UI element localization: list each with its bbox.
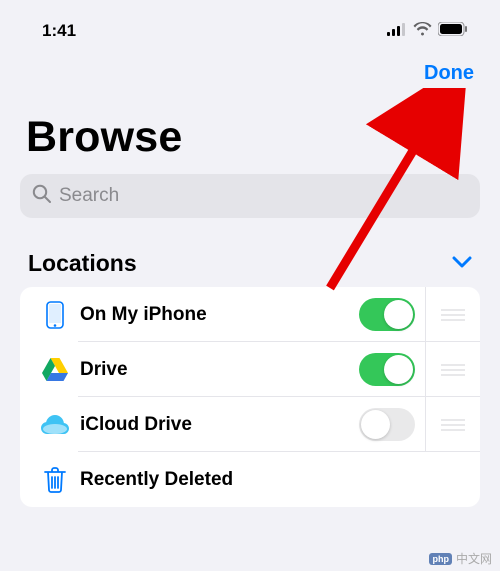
row-label: On My iPhone	[74, 304, 359, 326]
row-label: iCloud Drive	[74, 414, 359, 436]
list-item: iCloud Drive	[20, 397, 480, 452]
row-label: Recently Deleted	[74, 469, 480, 491]
chevron-down-icon	[452, 255, 472, 273]
search-icon	[32, 184, 51, 208]
trash-icon	[36, 467, 74, 493]
toggle-drive[interactable]	[359, 353, 415, 386]
toggle-icloud-drive[interactable]	[359, 408, 415, 441]
watermark-text: 中文网	[456, 550, 492, 567]
list-item: On My iPhone	[20, 287, 480, 342]
wifi-icon	[413, 21, 432, 41]
toggle-on-my-iphone[interactable]	[359, 298, 415, 331]
status-bar: 1:41	[0, 0, 500, 48]
cellular-icon	[387, 21, 407, 41]
locations-list: On My iPhone Drive iCloud Drive Recently…	[20, 287, 480, 507]
reorder-handle[interactable]	[425, 397, 480, 452]
section-title: Locations	[28, 250, 137, 277]
icloud-icon	[36, 415, 74, 435]
search-input[interactable]	[59, 185, 468, 207]
reorder-handle[interactable]	[425, 342, 480, 397]
list-item: Recently Deleted	[20, 452, 480, 507]
status-icons	[387, 21, 468, 41]
search-wrap	[0, 174, 500, 236]
php-badge: php	[429, 553, 452, 565]
reorder-handle[interactable]	[425, 287, 480, 342]
locations-header[interactable]: Locations	[0, 236, 500, 287]
done-button[interactable]: Done	[424, 62, 474, 85]
list-item: Drive	[20, 342, 480, 397]
watermark: php 中文网	[429, 550, 492, 567]
search-field[interactable]	[20, 174, 480, 218]
status-time: 1:41	[42, 21, 76, 41]
row-label: Drive	[74, 359, 359, 381]
iphone-icon	[36, 301, 74, 329]
page-title: Browse	[0, 91, 500, 174]
nav-bar: Done	[0, 48, 500, 91]
google-drive-icon	[36, 358, 74, 381]
battery-icon	[438, 21, 468, 41]
